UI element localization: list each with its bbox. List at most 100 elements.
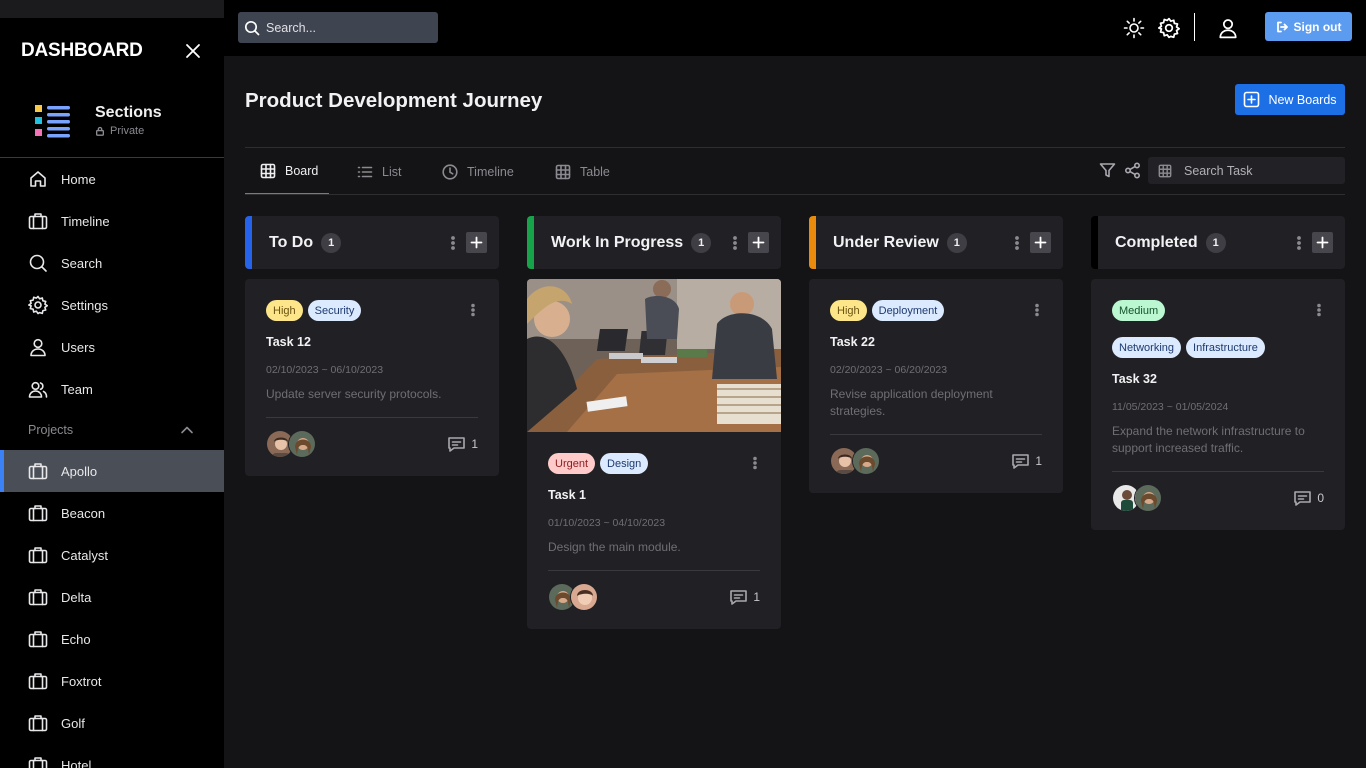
sidebar-item-label: Search — [61, 255, 103, 271]
task-search-input[interactable] — [1184, 163, 1334, 178]
projects-header[interactable]: Projects — [0, 410, 224, 450]
chevron-up-icon[interactable] — [180, 423, 194, 437]
comment-count[interactable]: 1 — [1011, 452, 1042, 471]
sidebar-item-echo[interactable]: Echo — [0, 618, 224, 660]
sidebar-item-users[interactable]: Users — [0, 326, 224, 368]
gear-icon[interactable] — [1158, 17, 1180, 39]
comment-icon — [1293, 489, 1312, 508]
column-count-badge: 1 — [321, 232, 342, 253]
more-vertical-icon[interactable] — [1292, 235, 1306, 251]
tag-list: High Security — [266, 300, 456, 321]
add-card-button[interactable] — [1312, 232, 1333, 253]
column-count-badge: 1 — [1205, 232, 1226, 253]
card-body: Urgent Design Task 1 01/10/2023 ~ 04/10/… — [527, 432, 781, 629]
task-card[interactable]: High Deployment Task 22 02/20/2023 ~ 06/… — [809, 279, 1063, 493]
global-search[interactable] — [238, 12, 438, 43]
column-to-do: To Do 1 High Security Task 12 02/10/2023… — [245, 216, 499, 476]
comment-count-value: 0 — [1317, 491, 1324, 505]
task-dates: 02/10/2023 ~ 06/10/2023 — [266, 364, 384, 376]
projects-nav: Apollo Beacon Catalyst Delta Echo Foxtro… — [0, 450, 224, 768]
projects-label: Projects — [28, 423, 74, 437]
plus-square-icon — [1243, 91, 1260, 108]
sidebar-item-home[interactable]: Home — [0, 158, 224, 200]
comment-count-value: 1 — [1035, 454, 1042, 468]
new-boards-label: New Boards — [1268, 92, 1337, 107]
task-card[interactable]: High Security Task 12 02/10/2023 ~ 06/10… — [245, 279, 499, 476]
briefcase-icon — [28, 629, 48, 649]
category-tag: Deployment — [871, 300, 945, 321]
category-tag: Infrastructure — [1186, 337, 1265, 358]
sidebar-item-delta[interactable]: Delta — [0, 576, 224, 618]
comment-count[interactable]: 0 — [1293, 489, 1324, 508]
category-tag: Design — [600, 453, 649, 474]
sidebar-item-beacon[interactable]: Beacon — [0, 492, 224, 534]
sidebar-item-label: Hotel — [61, 757, 92, 768]
sidebar-item-label: Golf — [61, 715, 85, 731]
grid-icon — [260, 163, 276, 179]
user-icon[interactable] — [1217, 17, 1239, 39]
add-card-button[interactable] — [748, 232, 769, 253]
sidebar-item-apollo[interactable]: Apollo — [0, 450, 224, 492]
sidebar-item-foxtrot[interactable]: Foxtrot — [0, 660, 224, 702]
column-completed: Completed 1 Medium Networking Infrastruc… — [1091, 216, 1345, 530]
tab-label: List — [382, 164, 402, 179]
more-vertical-icon[interactable] — [749, 456, 761, 470]
more-vertical-icon[interactable] — [467, 303, 479, 317]
task-name: Task 1 — [548, 488, 586, 502]
sidebar-header: DASHBOARD — [0, 18, 224, 84]
section-title: Sections — [95, 104, 162, 121]
more-vertical-icon[interactable] — [1031, 303, 1043, 317]
column-title: Work In Progress — [551, 233, 684, 251]
sidebar-item-label: Team — [61, 381, 93, 397]
more-vertical-icon[interactable] — [446, 235, 460, 251]
section-switcher[interactable]: Sections Private — [0, 84, 224, 158]
tab-timeline[interactable]: Timeline — [442, 148, 514, 195]
tab-list[interactable]: List — [357, 148, 401, 195]
sidebar-item-settings[interactable]: Settings — [0, 284, 224, 326]
sidebar-item-golf[interactable]: Golf — [0, 702, 224, 744]
task-card[interactable]: Urgent Design Task 1 01/10/2023 ~ 04/10/… — [527, 279, 781, 629]
gear-icon — [28, 295, 48, 315]
card-footer: 1 — [548, 570, 760, 611]
close-icon[interactable] — [184, 42, 202, 60]
priority-tag: Medium — [1112, 300, 1166, 321]
sidebar-item-timeline[interactable]: Timeline — [0, 200, 224, 242]
tab-label: Table — [580, 164, 610, 179]
more-vertical-icon[interactable] — [1313, 303, 1325, 317]
sun-icon[interactable] — [1123, 17, 1145, 39]
avatar[interactable] — [570, 583, 598, 611]
add-card-button[interactable] — [466, 232, 487, 253]
comment-count[interactable]: 1 — [447, 435, 478, 454]
column-under-review: Under Review 1 High Deployment Task 22 0… — [809, 216, 1063, 493]
card-cover-image — [527, 279, 781, 432]
more-vertical-icon[interactable] — [1010, 235, 1024, 251]
sidebar-item-team[interactable]: Team — [0, 368, 224, 410]
sections-logo-icon — [35, 104, 70, 137]
comment-count[interactable]: 1 — [729, 588, 760, 607]
more-vertical-icon[interactable] — [728, 235, 742, 251]
briefcase-icon — [28, 545, 48, 565]
avatar[interactable] — [1134, 484, 1162, 512]
sidebar-item-search[interactable]: Search — [0, 242, 224, 284]
share-icon[interactable] — [1124, 162, 1141, 179]
sidebar-item-hotel[interactable]: Hotel — [0, 744, 224, 768]
add-card-button[interactable] — [1030, 232, 1051, 253]
user-icon — [28, 337, 48, 357]
tab-table[interactable]: Table — [555, 148, 610, 195]
task-card[interactable]: Medium Networking Infrastructure Task 32… — [1091, 279, 1345, 530]
plus-icon — [1034, 236, 1047, 249]
new-boards-button[interactable]: New Boards — [1235, 84, 1345, 115]
sidebar-item-catalyst[interactable]: Catalyst — [0, 534, 224, 576]
tab-board[interactable]: Board — [245, 148, 329, 195]
task-search[interactable] — [1148, 157, 1345, 184]
avatar[interactable] — [288, 430, 316, 458]
main-nav: Home Timeline Search Settings Users Team — [0, 158, 224, 410]
priority-tag: High — [830, 300, 867, 321]
filter-icon[interactable] — [1099, 162, 1116, 179]
avatar[interactable] — [852, 447, 880, 475]
tabs-divider-top — [245, 147, 1345, 148]
category-tag: Networking — [1112, 337, 1182, 358]
global-search-input[interactable] — [266, 20, 426, 35]
sign-out-button[interactable]: Sign out — [1265, 12, 1352, 41]
section-visibility-label: Private — [110, 125, 145, 137]
